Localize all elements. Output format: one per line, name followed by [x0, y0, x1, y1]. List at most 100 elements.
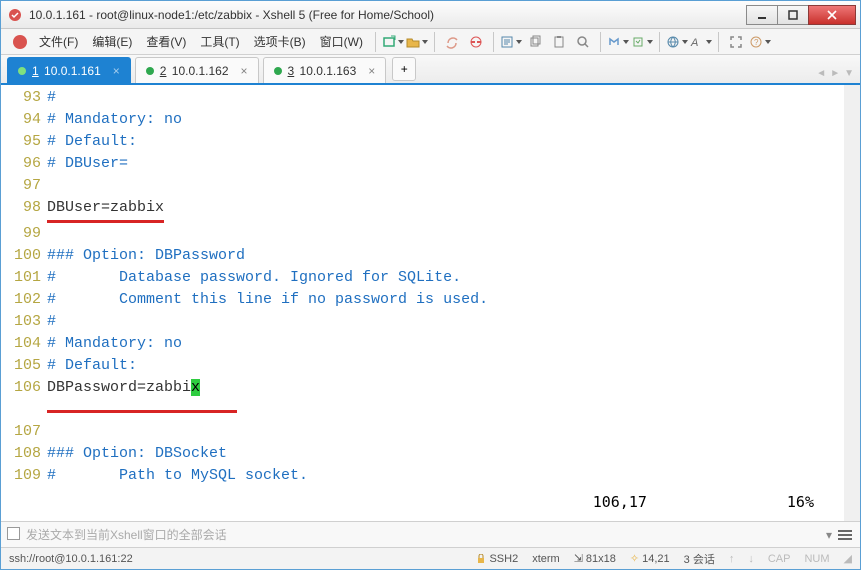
tab-list-icon[interactable]: ▼: [844, 68, 854, 79]
separator: [493, 32, 494, 52]
globe-icon[interactable]: [666, 31, 688, 53]
tab-label: 3 10.0.1.163: [288, 64, 357, 78]
transfer-icon[interactable]: [607, 31, 629, 53]
code-text: ### Option: DBSocket: [47, 445, 227, 462]
tab-close-icon[interactable]: ×: [241, 64, 248, 78]
checkbox-icon[interactable]: [7, 527, 20, 543]
cursor-position: 106,17: [593, 493, 647, 511]
tab-next-icon[interactable]: ►: [830, 68, 840, 79]
tab-close-icon[interactable]: ×: [368, 64, 375, 78]
status-cursor: ✧14,21: [630, 552, 670, 565]
separator: [434, 32, 435, 52]
vim-status-line: 106,17 16%: [1, 489, 844, 521]
tab-close-icon[interactable]: ×: [113, 64, 120, 78]
open-folder-icon[interactable]: [406, 31, 428, 53]
scroll-down-icon[interactable]: [844, 505, 860, 521]
separator: [718, 32, 719, 52]
maximize-button[interactable]: [777, 5, 809, 25]
session-tab[interactable]: 1 10.0.1.161 ×: [7, 57, 131, 83]
status-dot-icon: [146, 67, 154, 75]
menu-icon[interactable]: [838, 530, 854, 540]
line-number: 97: [1, 175, 41, 197]
menu-window[interactable]: 窗口(W): [314, 30, 369, 53]
line-number: 104: [1, 333, 41, 355]
code-text: # Default:: [47, 357, 137, 374]
statusbar: ssh://root@10.0.1.161:22 SSH2 xterm ⇲81x…: [1, 547, 860, 569]
session-tab[interactable]: 3 10.0.1.163 ×: [263, 57, 387, 83]
line-number: 106: [1, 377, 41, 399]
separator: [659, 32, 660, 52]
window-titlebar: 10.0.1.161 - root@linux-node1:/etc/zabbi…: [1, 1, 860, 29]
terminal-editor[interactable]: 93# 94# Mandatory: no 95# Default: 96# D…: [1, 85, 860, 521]
status-term: xterm: [532, 553, 560, 565]
resize-grip-icon[interactable]: ◢: [844, 552, 852, 565]
line-number: 95: [1, 131, 41, 153]
line-number: 108: [1, 443, 41, 465]
tab-label: 1 10.0.1.161: [32, 64, 101, 78]
cursor-icon: ✧: [630, 552, 639, 565]
menu-file[interactable]: 文件(F): [33, 30, 84, 53]
line-number: 109: [1, 465, 41, 487]
app-icon: [7, 7, 23, 23]
code-text: DBUser=zabbix: [47, 197, 164, 223]
line-number: 99: [1, 223, 41, 245]
close-button[interactable]: [808, 5, 856, 25]
code-text: # Default:: [47, 133, 137, 150]
status-num: NUM: [804, 553, 829, 565]
window-title: 10.0.1.161 - root@linux-node1:/etc/zabbi…: [29, 8, 747, 22]
script-icon[interactable]: [631, 31, 653, 53]
menu-tools[interactable]: 工具(T): [194, 30, 245, 53]
code-text: DBPassword=zabbix: [47, 379, 200, 396]
find-icon[interactable]: [572, 31, 594, 53]
code-text: # DBUser=: [47, 155, 128, 172]
send-dropdown-icon[interactable]: ▾: [826, 528, 832, 542]
code-text: # Comment this line if no password is us…: [47, 291, 488, 308]
compose-bar: 发送文本到当前Xshell窗口的全部会话 ▾: [1, 521, 860, 547]
window-controls: [747, 5, 856, 25]
scroll-percent: 16%: [787, 493, 814, 511]
menu-edit[interactable]: 编辑(E): [86, 30, 138, 53]
code-text: #: [47, 89, 56, 106]
compose-input[interactable]: 发送文本到当前Xshell窗口的全部会话: [26, 526, 820, 543]
tab-nav: ◄ ► ▼: [816, 68, 854, 79]
line-number: 96: [1, 153, 41, 175]
properties-icon[interactable]: [500, 31, 522, 53]
copy-icon[interactable]: [524, 31, 546, 53]
paste-icon[interactable]: [548, 31, 570, 53]
code-text: ### Option: DBPassword: [47, 247, 245, 264]
scroll-up-icon[interactable]: [844, 85, 860, 101]
fullscreen-icon[interactable]: [725, 31, 747, 53]
menu-view[interactable]: 查看(V): [140, 30, 192, 53]
disconnect-icon[interactable]: [465, 31, 487, 53]
menubar: 文件(F) 编辑(E) 查看(V) 工具(T) 选项卡(B) 窗口(W) A ?: [1, 29, 860, 55]
new-session-icon[interactable]: [382, 31, 404, 53]
tab-prev-icon[interactable]: ◄: [816, 68, 826, 79]
separator: [600, 32, 601, 52]
line-number: 98: [1, 197, 41, 219]
menu-tabs[interactable]: 选项卡(B): [248, 30, 312, 53]
code-text: # Path to MySQL socket.: [47, 467, 308, 484]
upload-icon[interactable]: ↑: [729, 553, 735, 565]
reconnect-icon[interactable]: [441, 31, 463, 53]
line-number: 93: [1, 87, 41, 109]
status-dot-icon: [274, 67, 282, 75]
resize-icon: ⇲: [574, 552, 583, 565]
code-text: # Mandatory: no: [47, 111, 182, 128]
tabbar: 1 10.0.1.161×2 10.0.1.162×3 10.0.1.163× …: [1, 55, 860, 85]
font-icon[interactable]: A: [690, 31, 712, 53]
download-icon[interactable]: ↓: [748, 553, 754, 565]
tab-label: 2 10.0.1.162: [160, 64, 229, 78]
code-text: #: [47, 313, 56, 330]
svg-text:?: ?: [754, 38, 759, 47]
new-tab-button[interactable]: +: [392, 57, 416, 81]
minimize-button[interactable]: [746, 5, 778, 25]
line-number: 103: [1, 311, 41, 333]
status-sessions: 3 会话: [684, 551, 715, 567]
help-icon[interactable]: ?: [749, 31, 771, 53]
svg-text:A: A: [690, 37, 698, 49]
connection-string: ssh://root@10.0.1.161:22: [9, 553, 462, 565]
session-tab[interactable]: 2 10.0.1.162 ×: [135, 57, 259, 83]
vertical-scrollbar[interactable]: [844, 85, 860, 521]
line-number: 105: [1, 355, 41, 377]
status-dot-icon: [18, 67, 26, 75]
